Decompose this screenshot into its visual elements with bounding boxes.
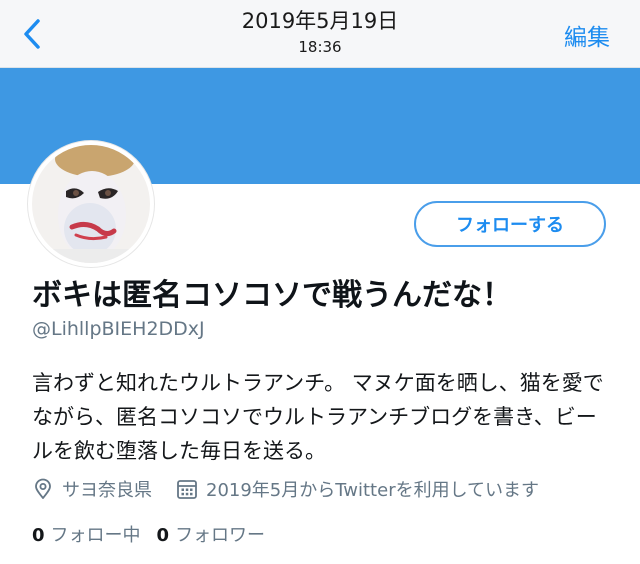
following-link[interactable]: 0 フォロー中 <box>32 521 141 547</box>
location-pin-icon <box>35 478 51 499</box>
profile-stats: 0 フォロー中 0 フォロワー <box>32 520 265 548</box>
location-item: サヨ奈良県 <box>32 476 152 502</box>
avatar-image <box>32 145 150 263</box>
profile-bio: 言わずと知れたウルトラアンチ。 マヌケ面を晒し、猫を愛でながら、匿名コソコソでウ… <box>32 371 604 463</box>
joined-text: 2019年5月からTwitterを利用しています <box>206 480 540 501</box>
avatar[interactable] <box>28 141 154 267</box>
nav-date: 2019年5月19日 <box>241 9 399 33</box>
follow-button[interactable]: フォローする <box>414 201 606 247</box>
location-text: サヨ奈良県 <box>62 480 152 501</box>
calendar-icon <box>177 480 197 499</box>
following-label: フォロー中 <box>50 525 141 546</box>
following-count: 0 <box>32 525 45 546</box>
followers-count: 0 <box>156 525 170 546</box>
joined-item: 2019年5月からTwitterを利用しています <box>176 476 539 502</box>
followers-link[interactable]: 0 フォロワー <box>157 521 266 547</box>
edit-button[interactable]: 編集 <box>564 18 610 52</box>
navigation-bar: 2019年5月19日 18:36 編集 <box>0 0 640 68</box>
profile-meta: サヨ奈良県 2019年5月からTwitterを利用しています <box>32 474 539 504</box>
profile-handle: @LihllpBIEH2DDxJ <box>32 318 205 340</box>
nav-title: 2019年5月19日 18:36 <box>0 8 640 57</box>
followers-label: フォロワー <box>175 525 266 546</box>
nav-time: 18:36 <box>298 38 342 56</box>
profile-display-name: ボキは匿名コソコソで戦うんだな！ <box>32 278 512 313</box>
